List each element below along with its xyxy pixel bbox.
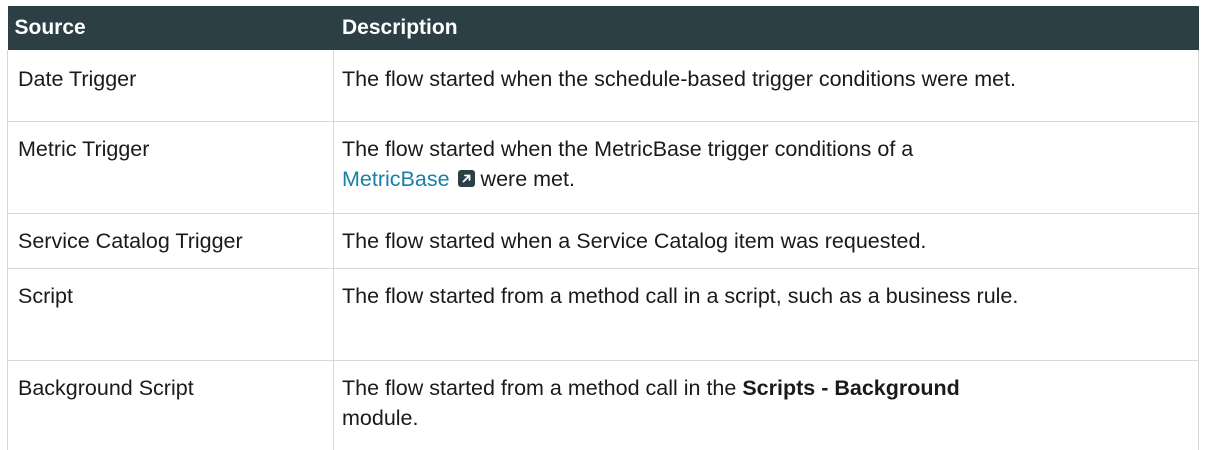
table-row: Date Trigger The flow started when the s… <box>7 50 1199 122</box>
description-cell: The flow started from a method call in a… <box>333 268 1199 361</box>
source-cell: Metric Trigger <box>7 121 334 214</box>
header-description: Description <box>333 6 1199 50</box>
description-text: module. <box>342 405 419 430</box>
description-text: were met. <box>480 166 575 191</box>
description-cell: The flow started when a Service Catalog … <box>333 213 1199 269</box>
external-link-icon[interactable] <box>457 169 475 187</box>
header-row: Source Description <box>7 6 1199 50</box>
source-cell: Date Trigger <box>7 50 334 122</box>
description-text: The flow started from a method call in t… <box>342 375 737 400</box>
header-source: Source <box>7 6 334 50</box>
flow-source-table: Source Description Date Trigger The flow… <box>7 6 1199 450</box>
table-row: Background Script The flow started from … <box>7 360 1199 450</box>
description-cell: The flow started when the schedule-based… <box>333 50 1199 122</box>
table-row: Metric Trigger The flow started when the… <box>7 121 1199 214</box>
source-cell: Service Catalog Trigger <box>7 213 334 269</box>
table-row: Script The flow started from a method ca… <box>7 268 1199 361</box>
description-cell: The flow started when the MetricBase tri… <box>333 121 1199 214</box>
metricbase-link[interactable]: MetricBase <box>342 167 450 191</box>
module-name: Scripts - Background <box>742 375 960 400</box>
description-cell: The flow started from a method call in t… <box>333 360 1199 450</box>
source-cell: Background Script <box>7 360 334 450</box>
description-text: The flow started when the MetricBase tri… <box>342 136 914 161</box>
source-cell: Script <box>7 268 334 361</box>
table-header: Source Description <box>7 6 1199 50</box>
table-row: Service Catalog Trigger The flow started… <box>7 213 1199 269</box>
